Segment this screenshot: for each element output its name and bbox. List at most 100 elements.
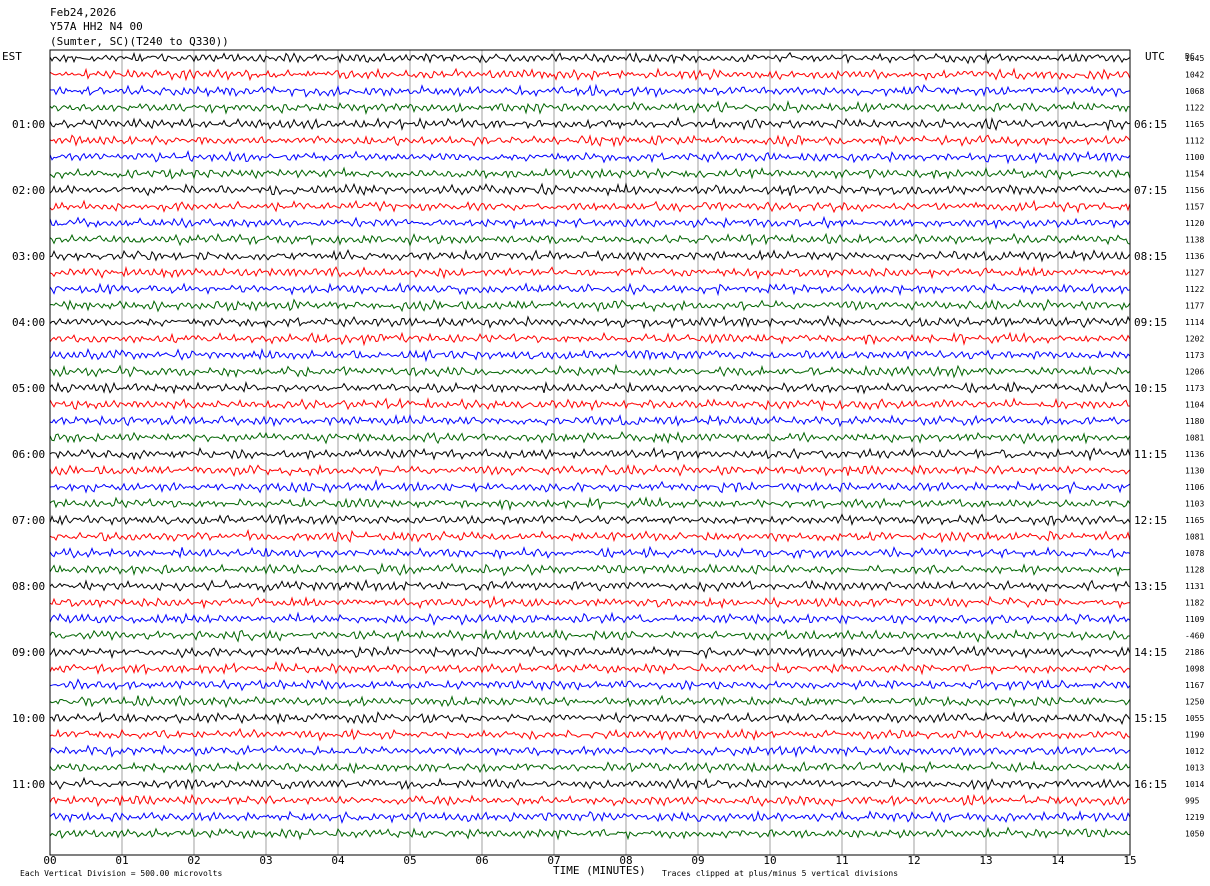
trace-line [49,744,1131,758]
trace-line [49,397,1131,412]
utc-hour-label: 13:15 [1134,580,1167,593]
dc-offset-label: 1138 [1185,236,1204,245]
est-hour-labels: 01:00 02:00 03:00 04:00 05:00 06:00 07:00 08:00… [12,118,45,791]
dc-offset-label: 1012 [1185,747,1204,756]
trace-line [49,628,1130,643]
dc-offset-label: 1182 [1185,599,1204,608]
trace-line [49,100,1131,115]
x-tick-label: 06 [475,854,488,867]
dc-offset-label: 1109 [1185,615,1204,624]
header-date: Feb24,2026 [50,6,116,19]
est-hour-label: 07:00 [12,514,45,527]
x-tick-label: 09 [691,854,704,867]
utc-hour-label: 16:15 [1134,778,1167,791]
utc-hour-label: 15:15 [1134,712,1167,725]
dc-offset-label: 1202 [1185,335,1204,344]
trace-line [49,727,1131,742]
utc-hour-label: 12:15 [1134,514,1167,527]
dc-offset-label: 1154 [1185,170,1204,179]
trace-line [49,282,1131,297]
trace-line [49,314,1131,330]
est-hour-label: 05:00 [12,382,45,395]
dc-offset-label: 1250 [1185,698,1204,707]
trace-line [49,134,1131,148]
dc-offset-label: 1014 [1185,780,1204,789]
trace-line [49,562,1131,577]
trace-line [49,793,1131,808]
dc-offset-label: 1114 [1185,318,1204,327]
dc-offset-label: 1165 [1185,120,1204,129]
dc-offset-label: 995 [1185,797,1200,806]
trace-line [49,249,1131,263]
est-hour-label: 03:00 [12,250,45,263]
trace-line [49,232,1131,247]
trace-line [49,347,1131,363]
dc-offset-label: 1206 [1185,368,1204,377]
dc-offset-labels: 1045 1042 1068 1122 1165 1112 1100 1154 1156 1157… [1185,54,1204,839]
utc-hour-label: 11:15 [1134,448,1167,461]
dc-offset-label: 2186 [1185,648,1204,657]
x-axis-title: TIME (MINUTES) [553,864,646,877]
scale-note: Each Vertical Division = 500.00 microvol… [20,869,222,878]
dc-offset-label: 1136 [1185,252,1204,261]
dc-offset-label: 1068 [1185,87,1204,96]
x-tick-label: 13 [979,854,992,867]
trace-line [49,595,1131,610]
dc-offset-label: 1112 [1185,137,1204,146]
dc-offset-label: 1122 [1185,104,1204,113]
x-tick-label: 01 [115,854,128,867]
utc-hour-label: 07:15 [1134,184,1167,197]
trace-line [49,380,1131,395]
x-tick-label: 00 [43,854,56,867]
seismogram-chart: Feb24,2026 Y57A HH2 N4 00 (Sumter, SC)(T… [2,6,1204,878]
x-tick-label: 15 [1123,854,1136,867]
dc-offset-label: 1104 [1185,401,1204,410]
trace-line [49,363,1131,379]
utc-hour-labels: 06:15 07:15 08:15 09:15 10:15 11:15 12:15 13:15… [1134,118,1167,791]
dc-offset-label: 1050 [1185,830,1204,839]
clip-note: Traces clipped at plus/minus 5 vertical … [662,869,898,878]
trace-line [49,51,1131,65]
dc-offset-label: 1219 [1185,813,1204,822]
trace-line [49,298,1131,313]
dc-offset-label: 1157 [1185,203,1204,212]
dc-offset-label: 1165 [1185,516,1204,525]
trace-line [49,776,1131,791]
utc-hour-label: 06:15 [1134,118,1167,131]
trace-line [49,479,1131,495]
trace-line [49,760,1131,775]
trace-line [49,528,1131,544]
trace-line [49,826,1131,841]
trace-group [49,51,1131,841]
est-hour-label: 09:00 [12,646,45,659]
utc-hour-label: 09:15 [1134,316,1167,329]
dc-offset-label: 1078 [1185,549,1204,558]
trace-line [49,166,1131,181]
est-hour-label: 08:00 [12,580,45,593]
dc-offset-label: 1177 [1185,302,1204,311]
trace-line [49,809,1131,824]
x-tick-label: 11 [835,854,848,867]
trace-line [49,265,1131,280]
dc-offset-label: 1136 [1185,450,1204,459]
trace-line [49,645,1131,660]
trace-line [49,199,1131,214]
dc-offset-label: 1106 [1185,483,1204,492]
dc-offset-label: 1167 [1185,681,1204,690]
est-hour-label: 04:00 [12,316,45,329]
trace-line [49,611,1131,627]
x-tick-label: 14 [1051,854,1065,867]
trace-line [49,513,1131,527]
dc-offset-label: 1173 [1185,351,1204,360]
x-tick-label: 03 [259,854,272,867]
trace-line [49,545,1131,561]
trace-line [49,182,1131,197]
trace-line [49,678,1131,692]
est-hour-label: 01:00 [12,118,45,131]
utc-hour-label: 08:15 [1134,250,1167,263]
x-tick-label: 02 [187,854,200,867]
x-tick-label: 10 [763,854,776,867]
est-hour-label: 02:00 [12,184,45,197]
est-axis-label: EST [2,50,22,63]
utc-axis-label: UTC [1145,50,1165,63]
